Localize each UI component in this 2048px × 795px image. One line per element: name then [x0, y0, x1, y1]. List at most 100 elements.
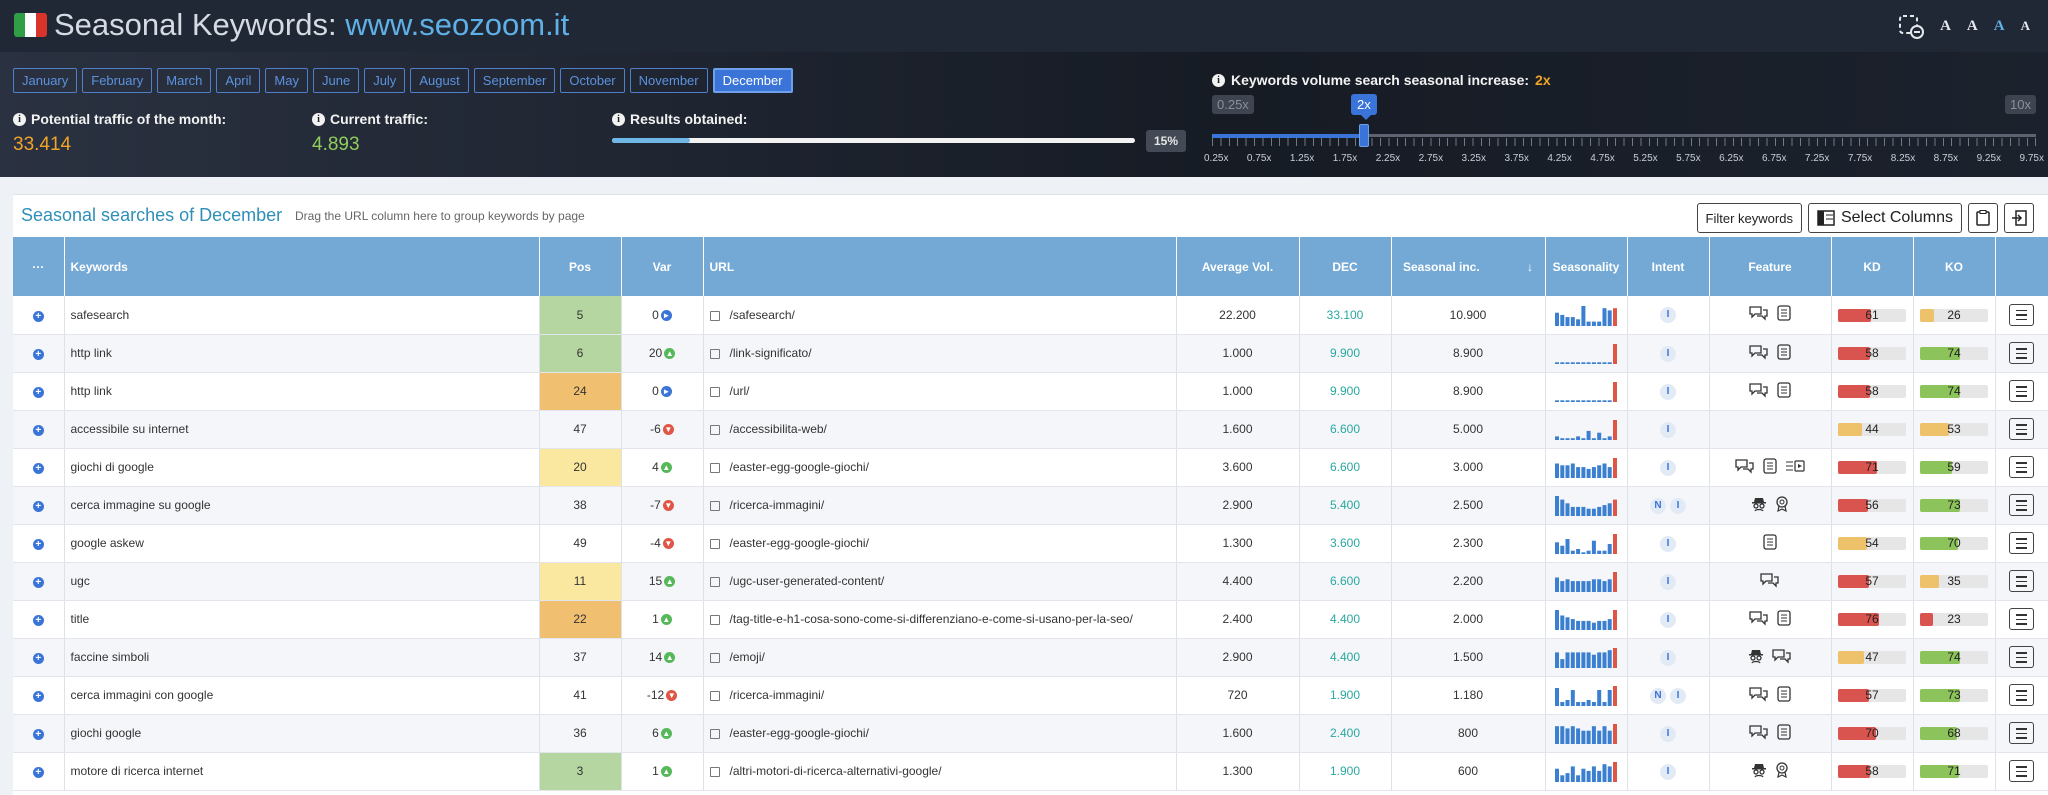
- row-menu-icon[interactable]: [2009, 418, 2034, 440]
- url-text[interactable]: /altri-motori-di-ricerca-alternativi-goo…: [730, 764, 942, 778]
- url-cell[interactable]: /easter-egg-google-giochi/: [703, 524, 1177, 563]
- month-april[interactable]: April: [216, 68, 261, 93]
- url-text[interactable]: /ricerca-immagini/: [730, 498, 825, 512]
- row-menu-icon[interactable]: [2009, 494, 2034, 516]
- row-expand-cell[interactable]: +: [13, 600, 65, 639]
- external-link-icon[interactable]: [709, 576, 720, 587]
- intent-badge[interactable]: I: [1660, 725, 1676, 742]
- url-cell[interactable]: /ugc-user-generated-content/: [703, 562, 1177, 601]
- month-july[interactable]: July: [364, 68, 406, 93]
- list-icon[interactable]: [1777, 685, 1791, 705]
- chat-icon[interactable]: [1749, 305, 1769, 324]
- chat-icon[interactable]: [1760, 572, 1780, 591]
- keyword-cell[interactable]: motore di ricerca internet: [64, 752, 540, 791]
- col-intent[interactable]: Intent: [1627, 237, 1710, 296]
- intent-badge[interactable]: I: [1670, 497, 1686, 514]
- video-list-icon[interactable]: [1785, 458, 1805, 477]
- url-text[interactable]: /accessibilita-web/: [730, 422, 827, 436]
- col-dec[interactable]: DEC: [1299, 237, 1392, 296]
- list-icon[interactable]: [1777, 305, 1791, 324]
- info-icon[interactable]: i: [1212, 73, 1225, 87]
- row-menu-icon[interactable]: [2009, 570, 2034, 592]
- col-var[interactable]: Var: [621, 237, 704, 296]
- col-pos[interactable]: Pos: [539, 237, 622, 296]
- url-cell[interactable]: /easter-egg-google-giochi/: [703, 714, 1177, 753]
- external-link-icon[interactable]: [709, 766, 720, 777]
- col-url[interactable]: URL: [703, 237, 1177, 296]
- keyword-cell[interactable]: giochi di google: [64, 448, 540, 487]
- intent-badge[interactable]: I: [1660, 459, 1676, 476]
- row-menu-icon[interactable]: [2009, 608, 2034, 630]
- keyword-cell[interactable]: title: [64, 600, 540, 639]
- url-text[interactable]: /safesearch/: [730, 308, 795, 322]
- external-link-icon[interactable]: [709, 652, 720, 663]
- external-link-icon[interactable]: [709, 728, 720, 739]
- intent-badge[interactable]: I: [1660, 573, 1676, 590]
- list-icon[interactable]: [1763, 457, 1777, 477]
- row-expand-cell[interactable]: +: [13, 448, 65, 487]
- external-link-icon[interactable]: [709, 348, 720, 359]
- month-february[interactable]: February: [82, 68, 153, 93]
- external-link-icon[interactable]: [709, 424, 720, 435]
- intent-badge[interactable]: I: [1660, 307, 1676, 324]
- month-september[interactable]: September: [473, 68, 556, 93]
- chat-icon[interactable]: [1749, 686, 1769, 705]
- font-size-xlarge[interactable]: A: [2021, 18, 2030, 34]
- row-expand-cell[interactable]: +: [13, 752, 65, 791]
- info-icon[interactable]: i: [13, 112, 26, 126]
- url-text[interactable]: /easter-egg-google-giochi/: [730, 460, 869, 474]
- select-columns-button[interactable]: Select Columns: [1807, 203, 1962, 233]
- font-size-large[interactable]: A: [1994, 18, 2005, 35]
- url-text[interactable]: /link-significato/: [730, 346, 812, 360]
- intent-badge[interactable]: I: [1660, 535, 1676, 552]
- expand-icon[interactable]: +: [32, 310, 44, 322]
- expand-icon[interactable]: +: [32, 501, 44, 512]
- expand-icon[interactable]: +: [32, 463, 44, 474]
- export-button[interactable]: [2004, 203, 2034, 233]
- keyword-cell[interactable]: accessibile su internet: [64, 410, 540, 449]
- expand-icon[interactable]: +: [32, 577, 44, 588]
- row-expand-cell[interactable]: +: [13, 676, 65, 715]
- chat-icon[interactable]: [1749, 344, 1769, 363]
- url-cell[interactable]: /accessibilita-web/: [703, 410, 1177, 449]
- url-text[interactable]: /easter-egg-google-giochi/: [730, 536, 869, 550]
- url-text[interactable]: /ugc-user-generated-content/: [730, 574, 885, 588]
- month-october[interactable]: October: [560, 68, 625, 93]
- chat-icon[interactable]: [1749, 382, 1769, 401]
- col-seasonal-inc[interactable]: Seasonal inc. ↓: [1391, 237, 1546, 296]
- spy-icon[interactable]: [1748, 648, 1764, 667]
- month-march[interactable]: March: [157, 68, 212, 93]
- month-december[interactable]: December: [712, 68, 793, 93]
- expand-icon[interactable]: +: [32, 349, 44, 360]
- external-link-icon[interactable]: [709, 310, 720, 321]
- url-text[interactable]: /easter-egg-google-giochi/: [730, 726, 869, 740]
- award-icon[interactable]: [1775, 761, 1789, 781]
- award-icon[interactable]: [1775, 495, 1789, 515]
- spy-icon[interactable]: [1751, 762, 1767, 781]
- row-expand-cell[interactable]: +: [13, 486, 65, 525]
- chat-icon[interactable]: [1749, 724, 1769, 743]
- chat-icon[interactable]: [1735, 458, 1755, 477]
- font-size-medium[interactable]: A: [1967, 18, 1978, 35]
- url-cell[interactable]: /easter-egg-google-giochi/: [703, 448, 1177, 487]
- intent-badge[interactable]: I: [1660, 763, 1676, 780]
- month-august[interactable]: August: [410, 68, 469, 93]
- row-menu-icon[interactable]: [2009, 760, 2034, 782]
- keyword-cell[interactable]: cerca immagini con google: [64, 676, 540, 715]
- info-icon[interactable]: i: [312, 112, 325, 126]
- url-cell[interactable]: /tag-title-e-h1-cosa-sono-come-si-differ…: [703, 600, 1177, 639]
- list-icon[interactable]: [1777, 723, 1791, 743]
- list-icon[interactable]: [1777, 609, 1791, 629]
- url-cell[interactable]: /safesearch/: [703, 296, 1177, 335]
- row-expand-cell[interactable]: +: [13, 334, 65, 373]
- keyword-cell[interactable]: http link: [64, 372, 540, 411]
- month-january[interactable]: January: [13, 68, 78, 93]
- col-kd[interactable]: KD: [1831, 237, 1914, 296]
- month-may[interactable]: May: [265, 68, 308, 93]
- filter-keywords-button[interactable]: Filter keywords: [1696, 203, 1802, 233]
- keyword-cell[interactable]: safesearch: [64, 296, 540, 335]
- intent-badge[interactable]: I: [1660, 345, 1676, 362]
- keyword-cell[interactable]: http link: [64, 334, 540, 373]
- external-link-icon[interactable]: [709, 690, 720, 701]
- external-link-icon[interactable]: [709, 538, 720, 549]
